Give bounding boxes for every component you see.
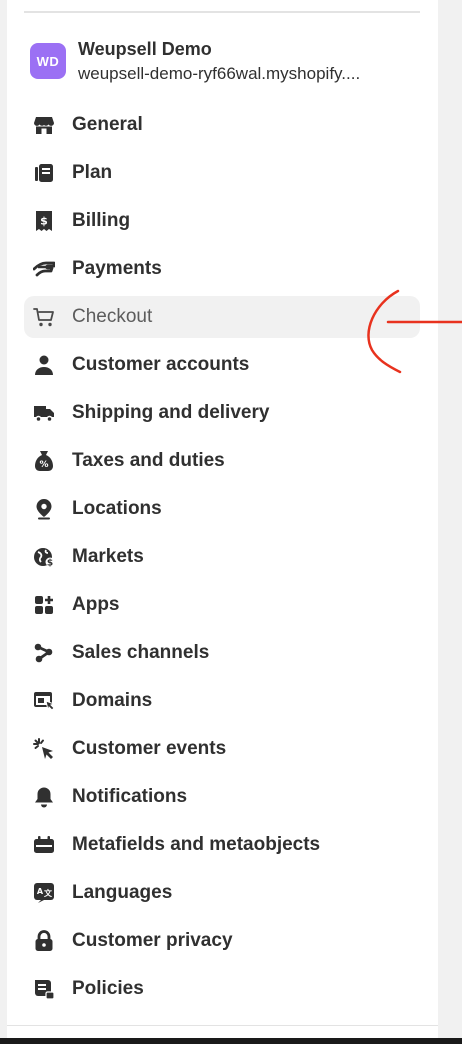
nav-item-label: Checkout xyxy=(72,306,153,327)
payments-icon xyxy=(33,258,55,280)
lock-icon xyxy=(33,930,55,952)
globe-icon: $ xyxy=(33,546,55,568)
nav-item-languages[interactable]: A文 Languages xyxy=(24,872,420,914)
apps-icon xyxy=(33,594,55,616)
sales-channels-icon xyxy=(33,642,55,664)
metafields-icon xyxy=(33,834,55,856)
store-name: Weupsell Demo xyxy=(78,39,212,59)
plan-icon xyxy=(33,162,55,184)
policies-icon xyxy=(33,978,55,1000)
nav-item-label: Sales channels xyxy=(72,642,210,663)
svg-text:A: A xyxy=(37,887,44,896)
nav-item-notifications[interactable]: Notifications xyxy=(24,776,420,818)
nav-item-label: Markets xyxy=(72,546,144,567)
nav-item-billing[interactable]: $ Billing xyxy=(24,200,420,242)
annotation-arrow xyxy=(367,289,462,374)
person-icon xyxy=(33,354,55,376)
nav-item-plan[interactable]: Plan xyxy=(24,152,420,194)
bottom-divider xyxy=(7,1025,438,1026)
top-divider xyxy=(24,11,420,13)
tax-icon: % xyxy=(33,450,55,472)
nav-item-general[interactable]: General xyxy=(24,104,420,146)
nav-item-label: Policies xyxy=(72,978,144,999)
billing-icon: $ xyxy=(33,210,55,232)
nav-item-label: Domains xyxy=(72,690,153,711)
store-icon xyxy=(33,114,55,136)
truck-icon xyxy=(33,402,55,424)
store-avatar: WD xyxy=(30,43,66,79)
nav-item-label: Payments xyxy=(72,258,162,279)
nav-item-markets[interactable]: $ Markets xyxy=(24,536,420,578)
nav-item-shipping[interactable]: Shipping and delivery xyxy=(24,392,420,434)
nav-item-domains[interactable]: Domains xyxy=(24,680,420,722)
nav-item-label: Customer privacy xyxy=(72,930,233,951)
nav-item-locations[interactable]: Locations xyxy=(24,488,420,530)
nav-item-taxes[interactable]: % Taxes and duties xyxy=(24,440,420,482)
nav-item-label: Metafields and metaobjects xyxy=(72,834,321,855)
svg-text:$: $ xyxy=(40,215,48,228)
nav-item-apps[interactable]: Apps xyxy=(24,584,420,626)
nav-item-label: Customer events xyxy=(72,738,227,759)
nav-item-label: Taxes and duties xyxy=(72,450,225,471)
bell-icon xyxy=(33,786,55,808)
nav-item-label: Languages xyxy=(72,882,173,903)
nav-item-label: Billing xyxy=(72,210,131,231)
nav-item-label: Plan xyxy=(72,162,113,183)
location-pin-icon xyxy=(33,498,55,520)
store-domain: weupsell-demo-ryf66wal.myshopify.... xyxy=(78,64,361,83)
cart-icon xyxy=(33,306,55,328)
nav-item-customer-privacy[interactable]: Customer privacy xyxy=(24,920,420,962)
nav-item-payments[interactable]: Payments xyxy=(24,248,420,290)
nav-item-label: Apps xyxy=(72,594,120,615)
cursor-click-icon xyxy=(33,738,55,760)
nav-item-label: General xyxy=(72,114,143,135)
nav-item-sales-channels[interactable]: Sales channels xyxy=(24,632,420,674)
nav-item-label: Notifications xyxy=(72,786,188,807)
nav-item-label: Locations xyxy=(72,498,162,519)
domains-icon xyxy=(33,690,55,712)
languages-icon: A文 xyxy=(33,882,55,904)
nav-item-metafields[interactable]: Metafields and metaobjects xyxy=(24,824,420,866)
store-header[interactable]: WD Weupsell Demo weupsell-demo-ryf66wal.… xyxy=(30,39,430,90)
nav-item-label: Customer accounts xyxy=(72,354,250,375)
nav-item-policies[interactable]: Policies xyxy=(24,968,420,1010)
svg-text:$: $ xyxy=(47,559,53,569)
svg-text:%: % xyxy=(39,460,48,470)
bottom-bar xyxy=(0,1038,462,1044)
settings-nav: General Plan $ Billing Payments Checkout… xyxy=(24,104,420,1016)
nav-item-customer-events[interactable]: Customer events xyxy=(24,728,420,770)
nav-item-label: Shipping and delivery xyxy=(72,402,270,423)
svg-text:文: 文 xyxy=(44,888,53,898)
